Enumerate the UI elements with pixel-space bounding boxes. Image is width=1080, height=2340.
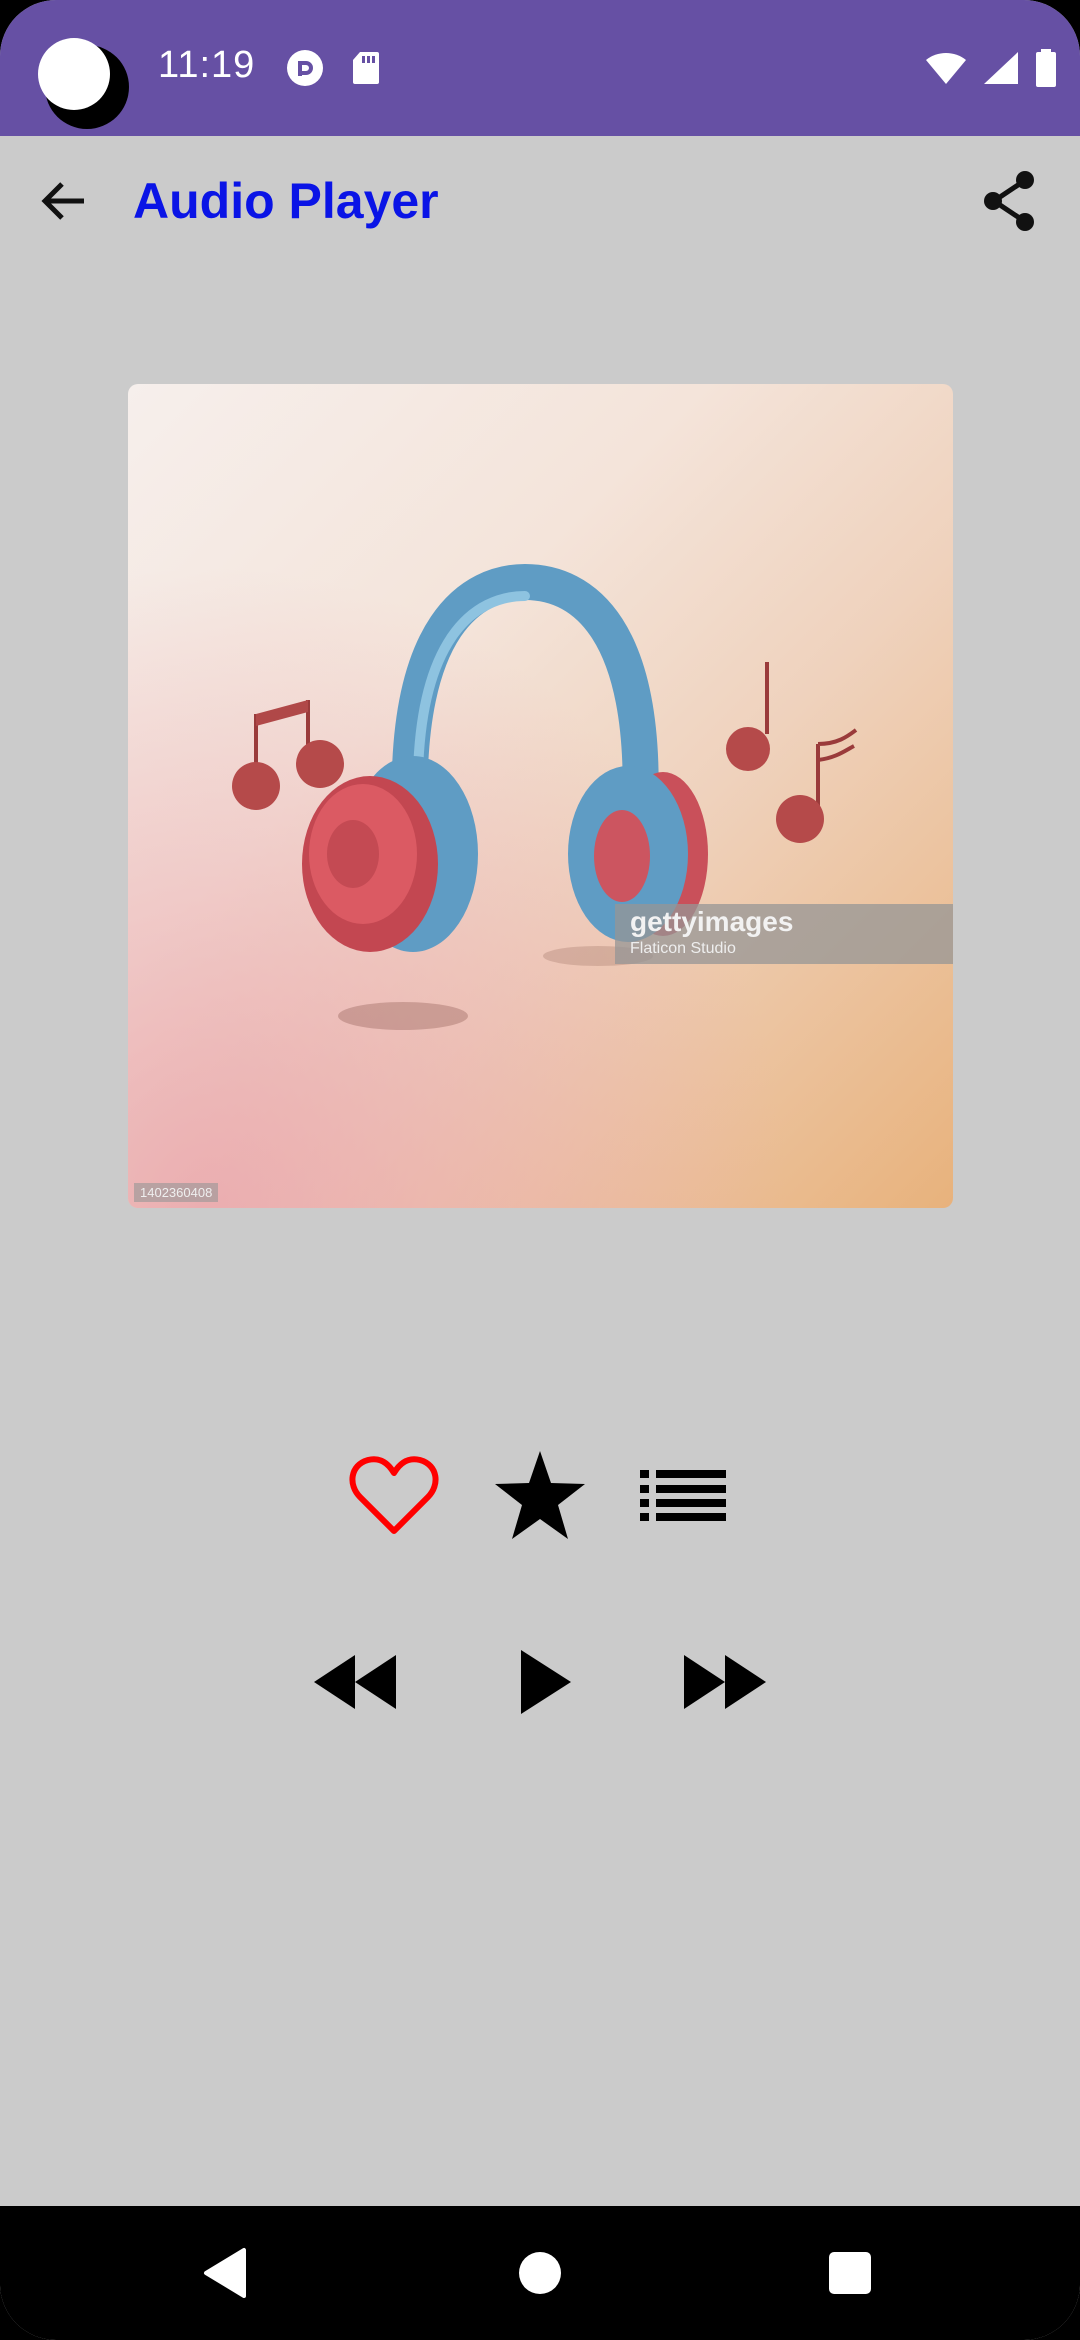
headphones-illustration xyxy=(232,563,858,1030)
fast-forward-icon xyxy=(684,1655,766,1709)
nav-recents-icon xyxy=(829,2252,871,2294)
back-button[interactable] xyxy=(32,169,96,233)
status-time: 11:19 xyxy=(158,44,256,86)
status-left-icons xyxy=(285,48,381,88)
sd-card-icon xyxy=(353,52,379,84)
pocket-casts-icon xyxy=(287,50,323,86)
nav-home-icon xyxy=(519,2252,561,2294)
play-icon xyxy=(521,1650,571,1714)
nav-home-button[interactable] xyxy=(503,2236,577,2310)
list-icon xyxy=(640,1470,726,1521)
share-button[interactable] xyxy=(974,166,1044,236)
fast-forward-button[interactable] xyxy=(680,1648,770,1716)
camera-cutout-icon xyxy=(38,38,129,129)
watermark-text: gettyimages xyxy=(630,906,794,937)
device-screen: 11:19 Audio Player gettyimages Flaticon … xyxy=(0,0,1080,2340)
nav-back-button[interactable] xyxy=(188,2236,262,2310)
play-button[interactable] xyxy=(512,1646,578,1718)
playlist-button[interactable] xyxy=(638,1462,728,1528)
heart-outline-icon xyxy=(349,1456,439,1534)
nav-recents-button[interactable] xyxy=(813,2236,887,2310)
rewind-button[interactable] xyxy=(310,1648,400,1716)
nav-back-icon xyxy=(204,2248,246,2298)
star-icon xyxy=(495,1451,585,1539)
app-bar: Audio Player xyxy=(0,136,1080,266)
signal-icon xyxy=(984,52,1018,84)
star-button[interactable] xyxy=(492,1445,588,1545)
share-icon xyxy=(984,171,1034,231)
image-id-label: 1402360408 xyxy=(134,1183,219,1202)
rewind-icon xyxy=(314,1655,396,1709)
battery-icon xyxy=(1036,49,1056,87)
page-title: Audio Player xyxy=(133,173,439,229)
watermark-credit: Flaticon Studio xyxy=(630,940,736,957)
system-nav-bar xyxy=(0,2206,1080,2340)
album-art: gettyimages Flaticon Studio 1402360408 xyxy=(128,384,953,1208)
favorite-button[interactable] xyxy=(346,1447,442,1543)
wifi-icon xyxy=(926,52,966,84)
arrow-back-icon xyxy=(41,182,84,220)
status-right-icons xyxy=(924,48,1058,88)
status-bar: 11:19 xyxy=(0,0,1080,136)
